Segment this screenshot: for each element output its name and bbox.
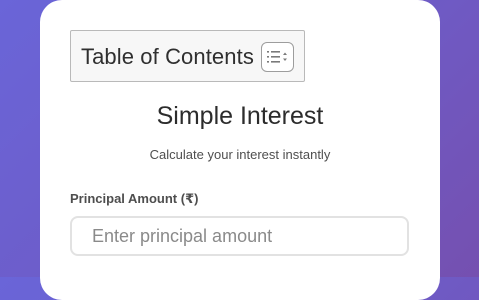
calculator-card: Table of Contents Simple Interest Calcul…: [40, 0, 440, 300]
page-subtitle: Calculate your interest instantly: [149, 147, 331, 162]
list-toggle-icon: [267, 51, 287, 63]
page-title: Simple Interest: [156, 102, 324, 130]
principal-amount-input[interactable]: [70, 216, 409, 256]
toc-toggle-button[interactable]: [261, 42, 294, 72]
table-of-contents: Table of Contents: [70, 30, 305, 82]
principal-amount-label: Principal Amount (₹): [70, 191, 199, 206]
toc-title: Table of Contents: [81, 44, 254, 69]
